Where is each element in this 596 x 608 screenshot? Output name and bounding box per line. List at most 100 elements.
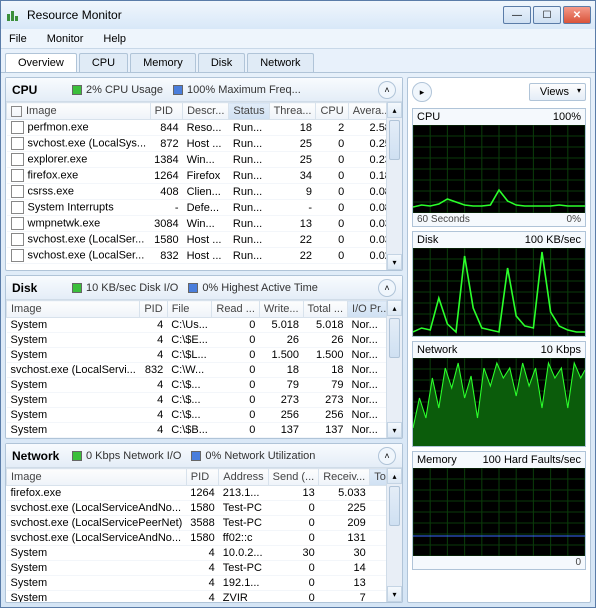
table-row[interactable]: perfmon.exe844Reso...Run...1822.58 <box>7 120 387 136</box>
col-pri[interactable]: I/O Pr... <box>348 301 386 318</box>
col-addr[interactable]: Address <box>219 469 268 486</box>
network-panel-title: Network <box>12 449 62 463</box>
cell-desc: Win... <box>183 216 229 232</box>
network-scrollbar[interactable]: ▴▾ <box>386 468 402 602</box>
views-button[interactable]: Views <box>529 83 586 101</box>
table-row[interactable]: System4C:\$...0256256Nor... <box>7 408 387 423</box>
tab-disk[interactable]: Disk <box>198 53 245 72</box>
cell-total: 225 <box>370 501 386 516</box>
collapse-icon[interactable]: ˄ <box>378 447 396 465</box>
table-row[interactable]: System4C:\$E...02626Nor... <box>7 333 387 348</box>
table-row[interactable]: System4192.1...01313 <box>7 576 387 591</box>
close-button[interactable]: ✕ <box>563 6 591 24</box>
menu-monitor[interactable]: Monitor <box>43 31 88 47</box>
cell-pid: 4 <box>186 561 218 576</box>
scroll-down-icon[interactable]: ▾ <box>387 254 402 270</box>
network-panel-header[interactable]: Network 0 Kbps Network I/O 0% Network Ut… <box>6 444 402 468</box>
cpu-scrollbar[interactable]: ▴▾ <box>386 102 402 270</box>
cell-send: 30 <box>268 546 319 561</box>
table-row[interactable]: svchost.exe (LocalServicePeerNet)3588Tes… <box>7 516 387 531</box>
col-recv[interactable]: Receiv... <box>319 469 370 486</box>
col-total[interactable]: Total (... <box>370 469 386 486</box>
menu-file[interactable]: File <box>5 31 31 47</box>
table-row[interactable]: System4ZVIR077 <box>7 591 387 603</box>
cell-pri: Nor... <box>348 393 386 408</box>
table-row[interactable]: System4Test-PC01414 <box>7 561 387 576</box>
col-pid[interactable]: PID <box>186 469 218 486</box>
disk-active-stat: 0% Highest Active Time <box>188 282 318 294</box>
scroll-down-icon[interactable]: ▾ <box>387 586 402 602</box>
cpu-table-wrap[interactable]: Image PID Descr... Status Threa... CPU A… <box>6 102 386 270</box>
col-send[interactable]: Send (... <box>268 469 319 486</box>
col-status[interactable]: Status <box>229 103 269 120</box>
table-row[interactable]: svchost.exe (LocalSer...1580Host ...Run.… <box>7 232 387 248</box>
table-row[interactable]: System4C:\$...07979Nor... <box>7 378 387 393</box>
scroll-up-icon[interactable]: ▴ <box>387 102 402 118</box>
cpu-panel-header[interactable]: CPU 2% CPU Usage 100% Maximum Freq... ˄ <box>6 78 402 102</box>
tab-overview[interactable]: Overview <box>5 53 77 72</box>
disk-scrollbar[interactable]: ▴▾ <box>386 300 402 438</box>
col-write[interactable]: Write... <box>259 301 303 318</box>
col-threads[interactable]: Threa... <box>269 103 316 120</box>
table-row[interactable]: svchost.exe (LocalSer...832Host ...Run..… <box>7 248 387 264</box>
cell-status: Run... <box>229 232 269 248</box>
cell-recv: 30 <box>319 546 370 561</box>
table-row[interactable]: System4C:\$B...0137137Nor... <box>7 423 387 438</box>
cell-read: 0 <box>212 318 260 333</box>
cell-recv: 13 <box>319 576 370 591</box>
table-row[interactable]: wmpnetwk.exe3084Win...Run...1300.03 <box>7 216 387 232</box>
table-row[interactable]: System4C:\$L...01.5001.500Nor... <box>7 348 387 363</box>
table-row[interactable]: svchost.exe (LocalSys...872Host ...Run..… <box>7 136 387 152</box>
scroll-thumb[interactable] <box>389 120 400 160</box>
table-row[interactable]: firefox.exe1264FirefoxRun...3400.18 <box>7 168 387 184</box>
cell-threads: 18 <box>269 120 316 136</box>
col-desc[interactable]: Descr... <box>183 103 229 120</box>
graph-canvas <box>413 468 585 556</box>
table-row[interactable]: explorer.exe1384Win...Run...2500.23 <box>7 152 387 168</box>
col-total[interactable]: Total ... <box>303 301 347 318</box>
scroll-thumb[interactable] <box>389 486 400 526</box>
table-row[interactable]: System4C:\Us...05.0185.018Nor... <box>7 318 387 333</box>
table-row[interactable]: svchost.exe (LocalServiceAndNo...1580ff0… <box>7 531 387 546</box>
tab-network[interactable]: Network <box>247 53 313 72</box>
disk-table-wrap[interactable]: Image PID File Read ... Write... Total .… <box>6 300 386 438</box>
cell-desc: Win... <box>183 152 229 168</box>
scroll-down-icon[interactable]: ▾ <box>387 422 402 438</box>
expand-graphs-button[interactable]: ▸ <box>412 82 432 102</box>
scroll-up-icon[interactable]: ▴ <box>387 300 402 316</box>
table-row[interactable]: svchost.exe (LocalServi...832C:\W...0181… <box>7 363 387 378</box>
cell-cpu: 0 <box>316 152 348 168</box>
menu-help[interactable]: Help <box>99 31 130 47</box>
col-image[interactable]: Image <box>7 469 187 486</box>
table-row[interactable]: csrss.exe408Clien...Run...900.08 <box>7 184 387 200</box>
col-image[interactable]: Image <box>7 301 140 318</box>
col-pid[interactable]: PID <box>140 301 167 318</box>
col-avg[interactable]: Avera... <box>348 103 386 120</box>
cell-avg: 0.23 <box>348 152 386 168</box>
graph-title: Disk <box>417 234 438 246</box>
col-read[interactable]: Read ... <box>212 301 260 318</box>
minimize-button[interactable]: — <box>503 6 531 24</box>
tab-memory[interactable]: Memory <box>130 53 196 72</box>
network-table-wrap[interactable]: Image PID Address Send (... Receiv... To… <box>6 468 386 602</box>
cell-pid: 408 <box>150 184 182 200</box>
col-image[interactable]: Image <box>7 103 151 120</box>
cell-image: svchost.exe (LocalServiceAndNo... <box>7 531 187 546</box>
table-row[interactable]: firefox.exe1264213.1...135.0335.045 <box>7 486 387 501</box>
titlebar[interactable]: Resource Monitor — ☐ ✕ <box>1 1 595 29</box>
square-icon <box>188 283 198 293</box>
table-row[interactable]: System4C:\$...0273273Nor... <box>7 393 387 408</box>
disk-panel-header[interactable]: Disk 10 KB/sec Disk I/O 0% Highest Activ… <box>6 276 402 300</box>
tab-cpu[interactable]: CPU <box>79 53 128 72</box>
collapse-icon[interactable]: ˄ <box>378 279 396 297</box>
col-file[interactable]: File <box>167 301 212 318</box>
table-row[interactable]: System Interrupts-Defe...Run...-00.08 <box>7 200 387 216</box>
collapse-icon[interactable]: ˄ <box>378 81 396 99</box>
col-cpu[interactable]: CPU <box>316 103 348 120</box>
table-row[interactable]: System410.0.2...303060 <box>7 546 387 561</box>
table-row[interactable]: svchost.exe (LocalServiceAndNo...1580Tes… <box>7 501 387 516</box>
col-pid[interactable]: PID <box>150 103 182 120</box>
maximize-button[interactable]: ☐ <box>533 6 561 24</box>
scroll-up-icon[interactable]: ▴ <box>387 468 402 484</box>
scroll-thumb[interactable] <box>389 318 400 358</box>
